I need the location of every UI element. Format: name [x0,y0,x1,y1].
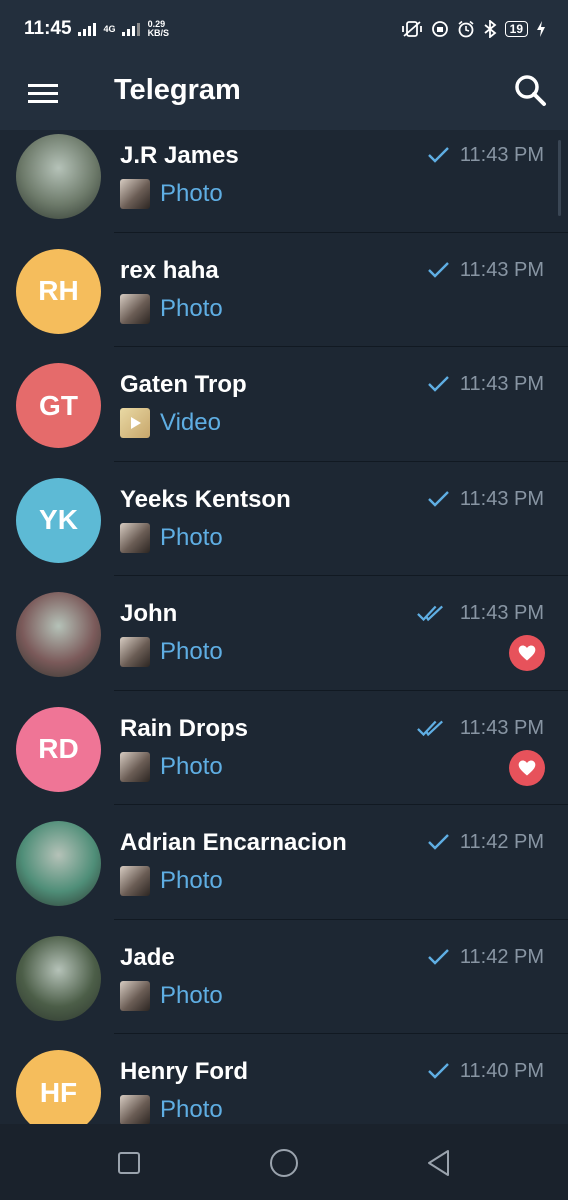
status-time: 11:45 [24,18,72,39]
message-time: 11:43 PM [459,487,544,510]
charging-icon [537,21,545,37]
check-icon [428,834,449,850]
avatar-initials: GT [39,389,78,421]
avatar-initials: YK [39,504,78,535]
avatar-initials: RD [38,733,79,764]
navigation-bar [0,1124,568,1200]
signal-2-icon [121,23,140,36]
photo-thumbnail [120,637,150,667]
vibrate-icon [401,21,422,37]
message-time: 11:43 PM [459,144,544,166]
message-preview: Photo [160,867,223,894]
status-bar: 11:45 4G 0.29 KB/S 19 [0,0,568,58]
check-icon [428,948,449,965]
message-preview: Photo [160,752,223,780]
avatar[interactable]: RH [16,248,101,334]
chat-row[interactable]: RH rex haha Photo 11:43 PM [0,233,568,347]
network-type: 4G [103,23,116,34]
check-icon [428,1063,449,1079]
message-time: 11:42 PM [459,945,544,968]
heart-reaction-icon[interactable] [509,749,545,786]
home-circle-icon[interactable] [268,1147,300,1179]
avatar[interactable]: YK [16,477,101,563]
chat-name: John [120,600,178,627]
chat-name: rex haha [120,256,219,284]
network-speed-unit: KB/S [147,28,170,38]
avatar[interactable]: GT [16,363,101,448]
recents-square-icon[interactable] [114,1148,144,1178]
signal-icon [77,23,96,36]
chat-name: Henry Ford [120,1058,249,1085]
double-check-icon [417,605,443,622]
back-triangle-icon[interactable] [424,1148,454,1178]
avatar-initials: HF [39,1076,78,1108]
message-preview: Photo [160,638,223,665]
message-preview: Photo [160,523,223,551]
video-thumbnail [120,408,150,438]
bluetooth-icon [484,20,497,38]
chat-row[interactable]: Jade Photo 11:42 PM [0,920,568,1034]
message-preview: Photo [160,180,223,207]
message-time: 11:42 PM [459,831,544,853]
message-time: 11:40 PM [459,1060,544,1082]
message-preview: Photo [160,981,223,1009]
search-icon[interactable] [512,72,548,108]
data-saver-icon [431,21,448,37]
avatar-initials: RH [38,275,79,306]
message-time: 11:43 PM [459,716,544,739]
message-preview: Video [160,409,221,436]
message-time: 11:43 PM [459,258,544,281]
check-icon [428,376,449,392]
avatar[interactable]: HF [16,1050,101,1124]
photo-thumbnail [120,179,150,209]
status-bar-left: 11:45 4G 0.29 KB/S [24,18,169,40]
avatar-photo[interactable] [16,592,101,677]
avatar-photo[interactable] [16,935,101,1021]
heart-icon [518,760,536,775]
heart-icon [518,645,536,661]
check-icon [428,490,449,507]
double-check-icon [417,720,443,736]
message-preview: Photo [160,294,223,322]
chat-row[interactable]: J.R James Photo 11:43 PM [0,130,568,233]
chat-name: Rain Drops [120,714,249,742]
message-time: 11:43 PM [459,373,544,395]
heart-reaction-icon[interactable] [509,635,545,671]
play-icon [131,417,141,429]
photo-thumbnail [120,293,150,324]
chat-row[interactable]: GT Gaten Trop Video 11:43 PM [0,347,568,462]
chat-name: J.R James [120,142,239,169]
status-bar-right: 19 [401,20,546,38]
app-bar: Telegram [0,58,568,130]
message-preview: Photo [160,1096,223,1123]
chat-name: Yeeks Kentson [120,485,291,513]
chat-name: Jade [120,943,175,971]
hamburger-menu-icon[interactable] [28,79,58,109]
avatar[interactable]: RD [16,706,101,792]
photo-thumbnail [120,522,150,553]
chat-row[interactable]: RD Rain Drops Photo 11:43 PM [0,691,568,805]
chat-row[interactable]: HF Henry Ford Photo 11:40 PM [0,1034,568,1124]
chat-name: Adrian Encarnacion [120,829,347,856]
photo-thumbnail [120,1095,150,1124]
check-icon [428,261,449,278]
photo-thumbnail [120,980,150,1011]
network-speed: 0.29 KB/S [148,20,170,38]
message-time: 11:43 PM [459,602,544,624]
chat-name: Gaten Trop [120,371,247,398]
photo-thumbnail [120,751,150,782]
alarm-icon [458,20,474,38]
scrollbar[interactable] [558,140,561,216]
avatar-photo[interactable] [16,134,101,219]
chat-list[interactable]: J.R James Photo 11:43 PM RH rex haha Photo 11:… [0,130,568,1124]
app-title: Telegram [114,74,241,106]
photo-thumbnail [120,866,150,896]
battery-icon: 19 [504,21,528,37]
avatar-photo[interactable] [16,821,101,906]
chat-row[interactable]: Adrian Encarnacion Photo 11:42 PM [0,805,568,920]
chat-row[interactable]: YK Yeeks Kentson Photo 11:43 PM [0,462,568,576]
check-icon [428,147,449,163]
chat-row[interactable]: John Photo 11:43 PM [0,576,568,691]
